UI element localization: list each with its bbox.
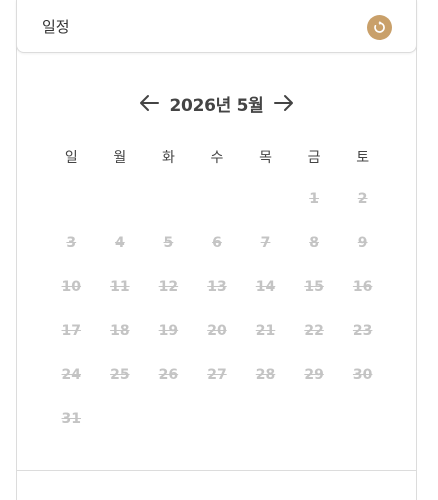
weekday-header-row: 일 월 화 수 목 금 토	[47, 137, 387, 177]
calendar-day: 25	[110, 367, 130, 383]
weekday-sat: 토	[356, 150, 370, 166]
calendar-week: 24 25 26 27 28 29 30	[47, 353, 387, 397]
calendar-day: 18	[110, 323, 130, 339]
calendar-day: 12	[158, 279, 179, 295]
calendar-day: 17	[61, 323, 82, 339]
next-month-button[interactable]	[272, 91, 296, 115]
calendar-day: 2	[357, 191, 368, 207]
prev-month-button[interactable]	[137, 91, 161, 115]
calendar-day: 11	[110, 279, 130, 295]
calendar-day: 31	[61, 411, 82, 427]
calendar-day: 3	[66, 235, 77, 251]
calendar-day: 1	[309, 191, 319, 207]
calendar-day: 19	[158, 323, 179, 339]
reset-button[interactable]	[367, 15, 392, 40]
header-title: 일정	[42, 18, 70, 36]
calendar-day: 8	[309, 235, 319, 251]
weekday-thu: 목	[259, 150, 272, 166]
arrow-left-icon	[139, 95, 159, 111]
weekday-wed: 수	[210, 150, 224, 166]
calendar-day: 10	[61, 279, 82, 295]
calendar-day: 29	[304, 367, 324, 383]
calendar-day: 21	[255, 323, 276, 339]
calendar-day: 16	[352, 279, 373, 295]
calendar-day: 28	[255, 367, 276, 383]
calendar-day: 30	[352, 367, 373, 383]
calendar-day: 26	[158, 367, 179, 383]
weekday-fri: 금	[307, 150, 321, 166]
calendar-day: 4	[114, 235, 125, 251]
calendar-week: 3 4 5 6 7 8 9	[47, 221, 387, 265]
calendar-week: 1 2	[47, 177, 387, 221]
calendar-day: 15	[304, 279, 324, 295]
arrow-right-icon	[274, 95, 294, 111]
calendar-grid: 일 월 화 수 목 금 토 1 2 3 4 5 6 7 8 9 10 11 12…	[47, 137, 387, 441]
calendar-day: 13	[207, 279, 227, 295]
weekday-tue: 화	[161, 150, 175, 166]
calendar-day: 9	[357, 235, 368, 251]
weekday-sun: 일	[64, 150, 78, 166]
calendar-day: 7	[260, 235, 271, 251]
calendar-day: 23	[352, 323, 373, 339]
calendar-day: 6	[212, 235, 222, 251]
calendar-day: 14	[255, 279, 276, 295]
calendar-week: 17 18 19 20 21 22 23	[47, 309, 387, 353]
refresh-icon	[374, 20, 385, 33]
calendar-week: 31	[47, 397, 387, 441]
calendar-day: 22	[304, 323, 324, 339]
bottom-divider	[16, 470, 417, 471]
month-navigation: 2026년 5월	[16, 88, 417, 118]
month-label: 2026년 5월	[169, 95, 264, 116]
schedule-header: 일정	[16, 0, 417, 53]
weekday-mon: 월	[113, 150, 127, 166]
calendar-day: 20	[207, 323, 227, 339]
calendar-day: 24	[61, 367, 82, 383]
calendar-week: 10 11 12 13 14 15 16	[47, 265, 387, 309]
calendar-day: 5	[163, 235, 174, 251]
calendar-day: 27	[207, 367, 227, 383]
